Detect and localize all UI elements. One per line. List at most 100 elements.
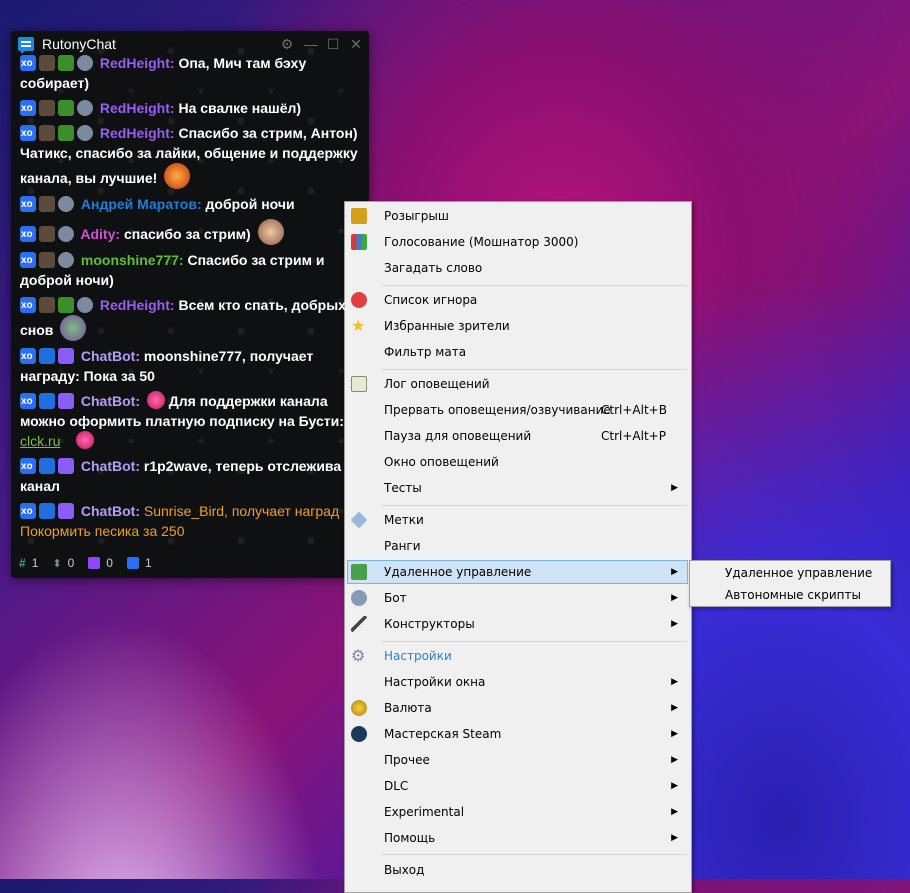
remote-control-submenu: Удаленное управление Автономные скрипты xyxy=(689,560,891,607)
chat-username[interactable]: RedHeight: xyxy=(100,100,175,116)
wand-icon xyxy=(351,616,367,632)
chat-message: RedHeight: Спасибо за стрим, Антон) Чати… xyxy=(20,123,365,189)
boosty-badge-icon xyxy=(20,457,36,477)
menu-item-label: Список игнора xyxy=(384,293,478,307)
menu-item-labels[interactable]: Метки xyxy=(347,508,688,532)
submenu-item-remote-control[interactable]: Удаленное управление xyxy=(725,562,872,584)
submenu-item-autonomous-scripts[interactable]: Автономные скрипты xyxy=(725,584,861,606)
boosty-badge-icon xyxy=(20,225,36,245)
submenu-arrow-icon: ▶ xyxy=(671,619,678,629)
chat-username[interactable]: ChatBot: xyxy=(81,348,140,364)
boosty-badge-icon xyxy=(20,195,36,215)
menu-item-other[interactable]: Прочее ▶ xyxy=(347,748,688,772)
maximize-icon[interactable]: ☐ xyxy=(326,37,340,51)
menu-item-experimental[interactable]: Experimental ▶ xyxy=(347,800,688,824)
moderator-badge-icon xyxy=(58,55,74,71)
menu-item-constructors[interactable]: Конструкторы ▶ xyxy=(347,612,688,636)
menu-item-alerts-log[interactable]: Лог оповещений xyxy=(347,372,688,396)
menu-item-tests[interactable]: Тесты ▶ xyxy=(347,476,688,500)
arrows-count: 0 xyxy=(67,556,75,570)
menu-item-label: Прочее xyxy=(384,753,430,767)
menu-item-profanity-filter[interactable]: Фильтр мата xyxy=(347,340,688,364)
chat-username[interactable]: Adity: xyxy=(80,226,120,242)
title-bar[interactable]: RutonyChat ⚙ — ☐ ✕ xyxy=(11,31,369,57)
chat-message: moonshine777: Спасибо за стрим и доброй … xyxy=(20,250,365,290)
moderator-badge-icon xyxy=(58,100,74,116)
subscriber-badge-icon xyxy=(58,226,74,242)
context-menu: Розыгрыш Голосование (Мошнатор 3000) Заг… xyxy=(344,201,692,893)
menu-item-giveaway[interactable]: Розыгрыш xyxy=(347,204,688,228)
menu-item-ignore-list[interactable]: Список игнора xyxy=(347,288,688,312)
menu-item-label: Experimental xyxy=(384,805,465,819)
menu-item-bot[interactable]: Бот ▶ xyxy=(347,586,688,610)
chat-username[interactable]: RedHeight: xyxy=(100,125,175,141)
chat-username[interactable]: RedHeight: xyxy=(100,297,175,313)
avatar-badge-icon xyxy=(39,297,55,313)
avatar-badge-icon xyxy=(39,226,55,242)
menu-item-label: Настройки xyxy=(384,649,452,663)
chat-message: Андрей Маратов: доброй ночи xyxy=(20,194,365,215)
remote-icon xyxy=(351,564,367,580)
menu-item-label: Выход xyxy=(384,863,425,877)
chat-username[interactable]: ChatBot: xyxy=(81,458,140,474)
boosty-badge-icon xyxy=(20,392,36,412)
menu-item-voting[interactable]: Голосование (Мошнатор 3000) xyxy=(347,230,688,254)
menu-item-label: Мастерская Steam xyxy=(384,727,502,741)
menu-item-exit[interactable]: Выход xyxy=(347,858,688,882)
submenu-arrow-icon: ▶ xyxy=(671,833,678,843)
menu-item-label: Бот xyxy=(384,591,407,605)
submenu-arrow-icon: ▶ xyxy=(671,677,678,687)
menu-item-label: Фильтр мата xyxy=(384,345,467,359)
menu-item-guess-word[interactable]: Загадать слово xyxy=(347,256,688,280)
chat-link[interactable]: clck.ru xyxy=(20,433,60,449)
bot-square-badge-icon xyxy=(39,458,55,474)
menu-item-favorite-viewers[interactable]: ★ Избранные зрители xyxy=(347,314,688,338)
heart-eyes-emoji-icon xyxy=(76,431,95,449)
menu-item-steam-workshop[interactable]: Мастерская Steam ▶ xyxy=(347,722,688,746)
chat-window: RutonyChat ⚙ — ☐ ✕ RedHeight: Опа, Мич т… xyxy=(11,31,369,578)
menu-item-pause-alerts[interactable]: Пауза для оповещений Ctrl+Alt+P xyxy=(347,424,688,448)
menu-item-label: DLC xyxy=(384,779,409,793)
submenu-arrow-icon: ▶ xyxy=(671,567,678,577)
chat-username[interactable]: ChatBot: xyxy=(81,393,140,409)
menu-item-label: Загадать слово xyxy=(384,261,483,275)
chat-status-bar: # 1 ⬍ 0 0 1 xyxy=(19,556,152,570)
close-icon[interactable]: ✕ xyxy=(349,37,363,51)
menu-item-label: Пауза для оповещений xyxy=(384,429,532,443)
girl-emote-icon xyxy=(257,219,284,245)
bot-square-badge-icon xyxy=(39,393,55,409)
menu-item-settings[interactable]: ⚙ Настройки xyxy=(347,644,688,668)
chat-messages[interactable]: RedHeight: Опа, Мич там бэху собирает) R… xyxy=(20,53,365,551)
chat-username[interactable]: Андрей Маратов: xyxy=(81,196,202,212)
chat-message: ChatBot: Sunrise_Bird, получает наград П… xyxy=(20,501,365,541)
menu-separator xyxy=(382,505,687,506)
menu-item-remote-control[interactable]: Удаленное управление ▶ xyxy=(347,560,688,584)
bot-square-badge-icon xyxy=(39,348,55,364)
chat-message: ChatBot: moonshine777, получает награду:… xyxy=(20,346,365,386)
settings-gear-icon[interactable]: ⚙ xyxy=(280,37,294,51)
chat-text: доброй ночи xyxy=(205,196,295,212)
subscriber-badge-icon xyxy=(77,100,93,116)
chat-text: На свалке нашёл) xyxy=(178,100,302,116)
chat-message: RedHeight: Всем кто спать, добрых снов xyxy=(20,295,365,341)
avatar-badge-icon xyxy=(39,196,55,212)
menu-item-label: Конструкторы xyxy=(384,617,475,631)
menu-item-dlc[interactable]: DLC ▶ xyxy=(347,774,688,798)
chat-username[interactable]: ChatBot: xyxy=(81,503,140,519)
menu-item-alerts-window[interactable]: Окно оповещений xyxy=(347,450,688,474)
submenu-arrow-icon: ▶ xyxy=(671,703,678,713)
chat-username[interactable]: RedHeight: xyxy=(100,55,175,71)
pepe-emote-icon xyxy=(60,315,87,341)
gear-icon: ⚙ xyxy=(351,646,366,665)
boosty-badge-icon xyxy=(20,54,36,74)
menu-item-help[interactable]: Помощь ▶ xyxy=(347,826,688,850)
menu-item-currency[interactable]: Валюта ▶ xyxy=(347,696,688,720)
menu-item-stop-alerts[interactable]: Прервать оповещения/озвучивание Ctrl+Alt… xyxy=(347,398,688,422)
boosty-badge-icon xyxy=(20,99,36,119)
chat-username[interactable]: moonshine777: xyxy=(81,252,184,268)
submenu-arrow-icon: ▶ xyxy=(671,483,678,493)
menu-item-window-settings[interactable]: Настройки окна ▶ xyxy=(347,670,688,694)
minimize-icon[interactable]: — xyxy=(304,37,318,51)
up-down-arrows-icon: ⬍ xyxy=(52,558,62,570)
menu-item-ranks[interactable]: Ранги xyxy=(347,534,688,558)
